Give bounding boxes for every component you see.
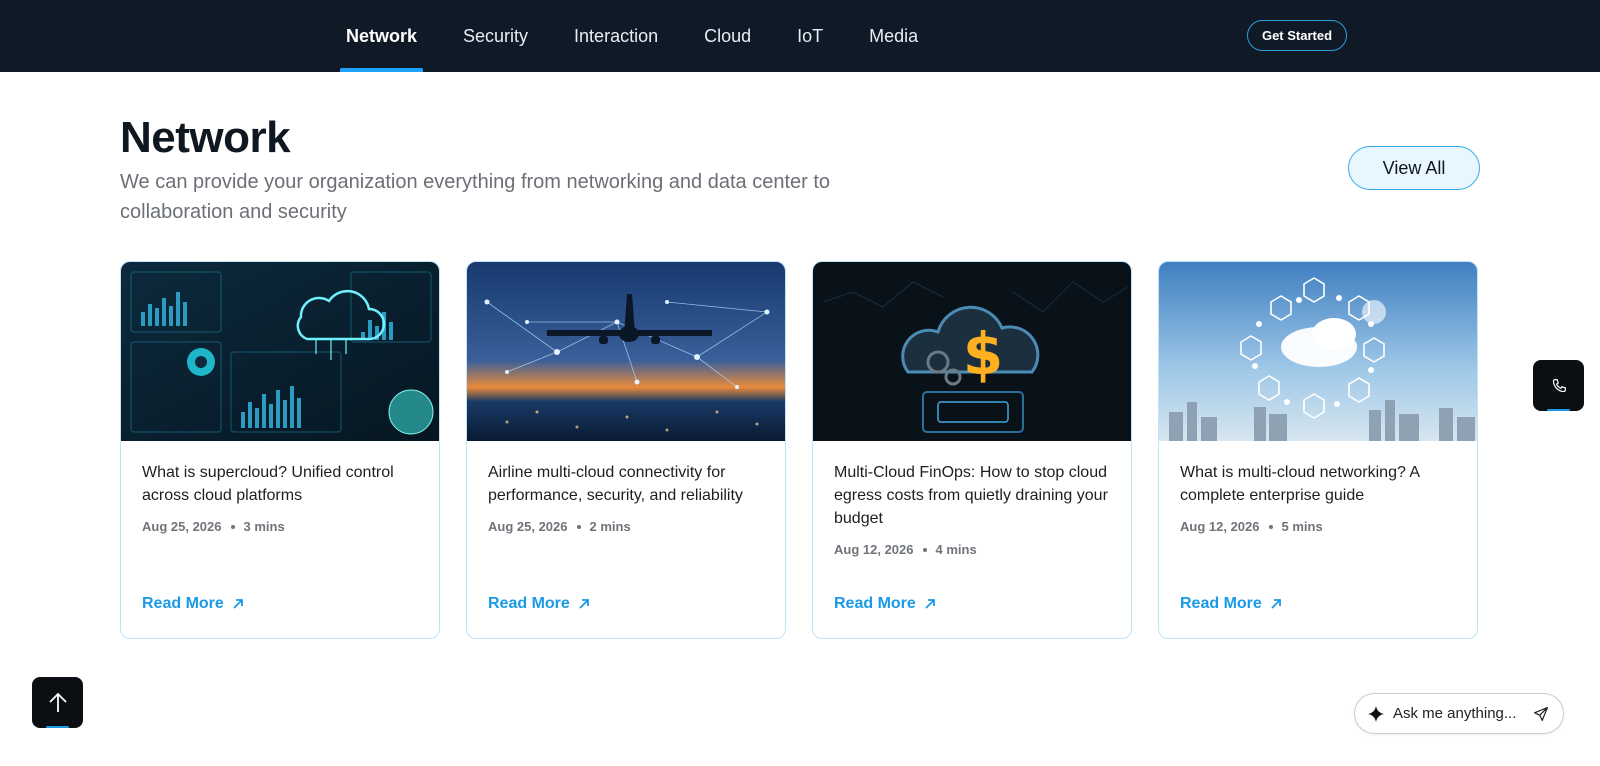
read-more-link[interactable]: Read More — [1180, 595, 1282, 613]
card-meta: Aug 25, 2026 2 mins — [488, 519, 631, 534]
card-title[interactable]: Multi-Cloud FinOps: How to stop cloud eg… — [834, 461, 1114, 530]
airplane-network-image — [467, 262, 785, 441]
tab-media[interactable]: Media — [846, 0, 941, 72]
card-meta: Aug 12, 2026 5 mins — [1180, 519, 1323, 534]
separator-dot-icon — [576, 524, 581, 529]
card-date: Aug 12, 2026 — [834, 542, 914, 557]
section-description: We can provide your organization everyth… — [120, 171, 831, 223]
cloud-city-icons-image — [1159, 262, 1477, 441]
card-read-time: 5 mins — [1281, 519, 1323, 534]
card-read-time: 2 mins — [589, 519, 631, 534]
read-more-label: Read More — [834, 595, 916, 612]
article-card[interactable]: $ Multi-Cloud FinOps: How to stop cloud … — [812, 261, 1132, 639]
card-title[interactable]: What is multi-cloud networking? A comple… — [1180, 461, 1460, 507]
article-card[interactable]: Airline multi-cloud connectivity for per… — [466, 261, 786, 639]
article-card-list: What is supercloud? Unified control acro… — [120, 261, 1478, 639]
card-read-time: 4 mins — [935, 542, 977, 557]
top-navigation-bar: Network Security Interaction Cloud IoT M… — [0, 0, 1600, 72]
arrow-up-right-icon — [925, 599, 935, 609]
article-card[interactable]: What is supercloud? Unified control acro… — [120, 261, 440, 639]
arrow-up-right-icon — [579, 599, 589, 609]
card-meta: Aug 25, 2026 3 mins — [142, 519, 285, 534]
card-date: Aug 25, 2026 — [488, 519, 568, 534]
ask-input[interactable]: Ask me anything... — [1393, 705, 1533, 722]
read-more-label: Read More — [1180, 595, 1262, 612]
category-tabs: Network Security Interaction Cloud IoT M… — [323, 0, 941, 72]
view-all-button[interactable]: View All — [1348, 146, 1480, 190]
read-more-link[interactable]: Read More — [834, 595, 936, 613]
phone-icon — [1552, 378, 1566, 392]
sparkle-icon — [1367, 705, 1385, 722]
tab-security[interactable]: Security — [440, 0, 551, 72]
cloud-dollar-image: $ — [813, 262, 1131, 441]
send-icon[interactable] — [1533, 706, 1549, 722]
read-more-link[interactable]: Read More — [488, 595, 590, 613]
card-title[interactable]: What is supercloud? Unified control acro… — [142, 461, 422, 507]
svg-text:$: $ — [963, 320, 1003, 388]
phone-contact-button[interactable] — [1533, 360, 1584, 411]
separator-dot-icon — [922, 547, 927, 552]
arrow-up-right-icon — [233, 599, 243, 609]
cloud-dashboard-image — [121, 262, 439, 441]
card-date: Aug 25, 2026 — [142, 519, 222, 534]
card-meta: Aug 12, 2026 4 mins — [834, 542, 977, 557]
scroll-to-top-button[interactable] — [32, 677, 83, 728]
read-more-link[interactable]: Read More — [142, 595, 244, 613]
tab-cloud[interactable]: Cloud — [681, 0, 774, 72]
tab-network[interactable]: Network — [323, 0, 440, 72]
read-more-label: Read More — [142, 595, 224, 612]
arrow-up-right-icon — [1271, 599, 1281, 609]
card-title[interactable]: Airline multi-cloud connectivity for per… — [488, 461, 768, 507]
card-date: Aug 12, 2026 — [1180, 519, 1260, 534]
get-started-button[interactable]: Get Started — [1247, 20, 1347, 51]
separator-dot-icon — [1268, 524, 1273, 529]
separator-dot-icon — [230, 524, 235, 529]
card-read-time: 3 mins — [243, 519, 285, 534]
ask-assistant-bar[interactable]: Ask me anything... — [1354, 693, 1564, 734]
arrow-up-icon — [48, 692, 67, 712]
tab-interaction[interactable]: Interaction — [551, 0, 681, 72]
read-more-label: Read More — [488, 595, 570, 612]
article-card[interactable]: What is multi-cloud networking? A comple… — [1158, 261, 1478, 639]
tab-iot[interactable]: IoT — [774, 0, 846, 72]
section-title: Network — [120, 113, 291, 162]
